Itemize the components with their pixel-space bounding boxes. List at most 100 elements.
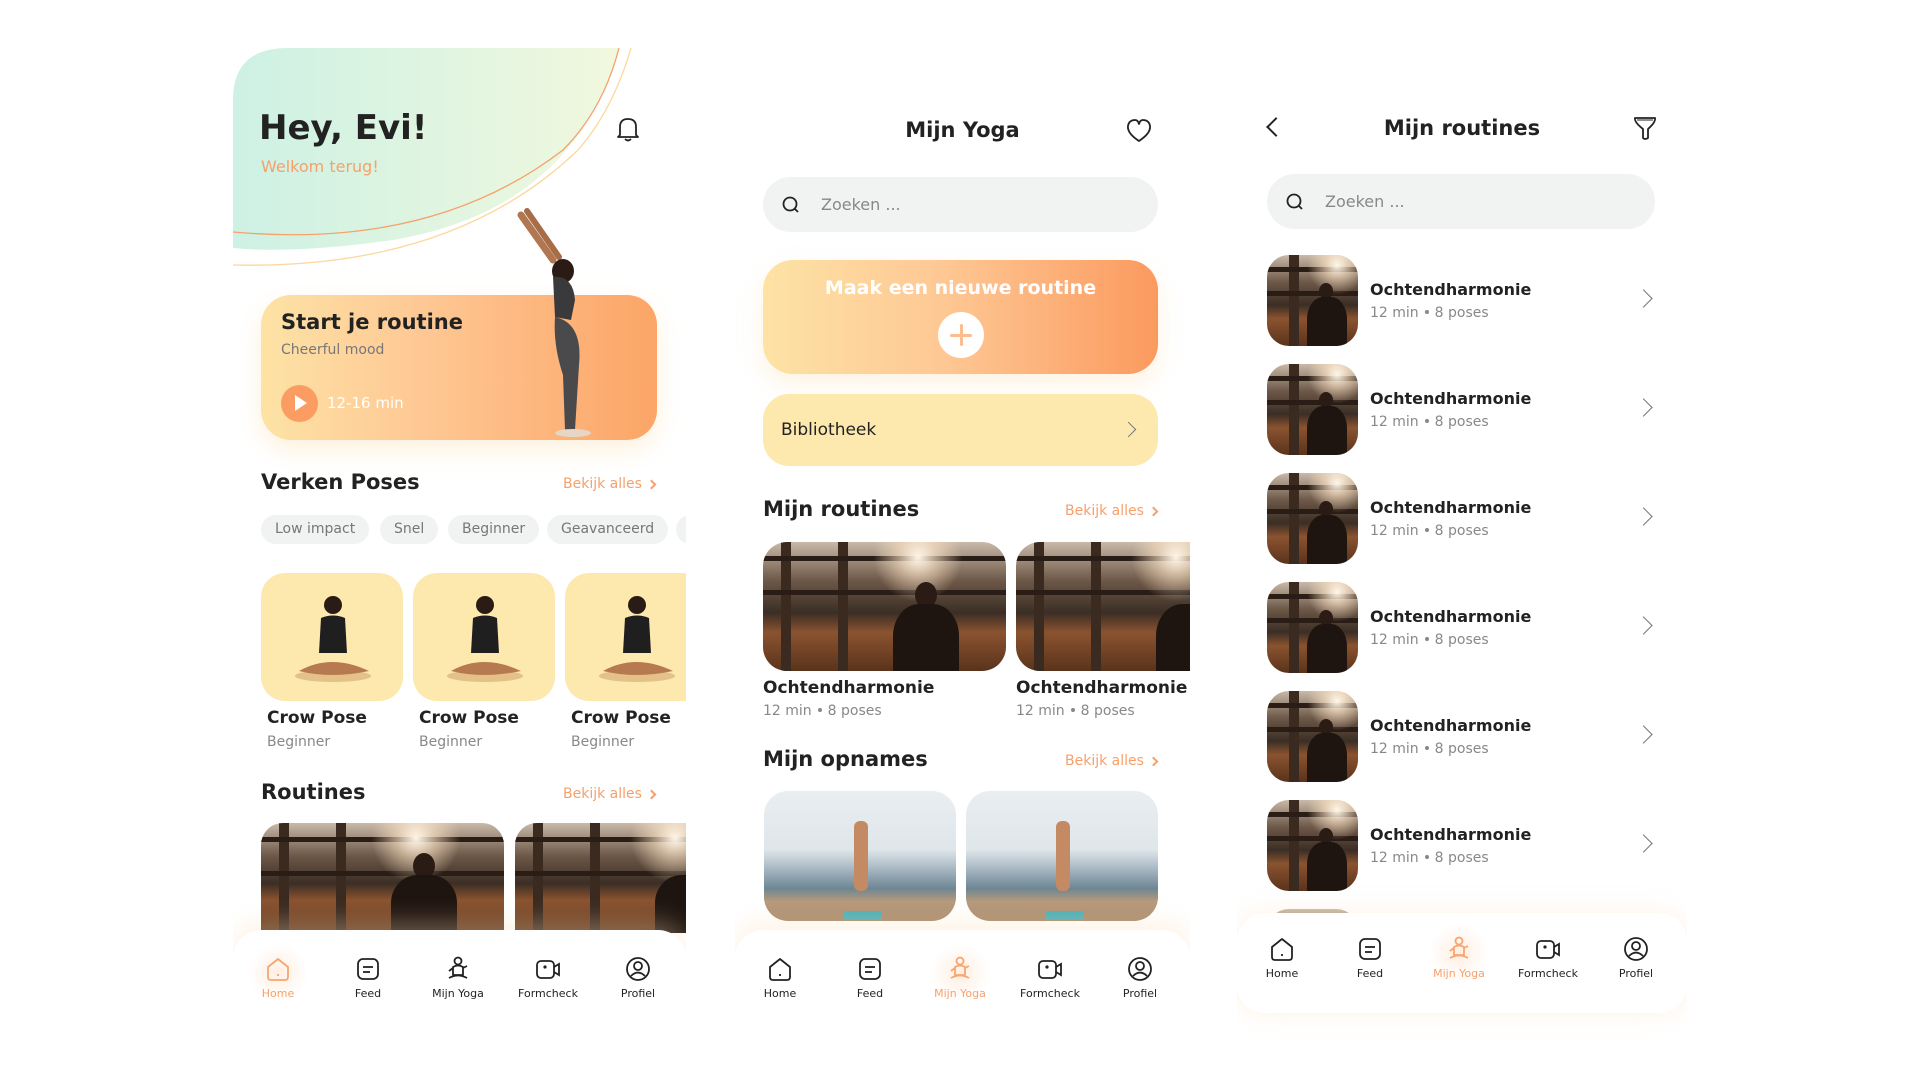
hero-duration: 12-16 min (327, 394, 404, 412)
home-icon (769, 958, 791, 981)
chip-snel[interactable]: Snel (380, 515, 439, 544)
library-button[interactable]: Bibliotheek (763, 394, 1158, 466)
routine-name: Ochtendharmonie (1016, 678, 1188, 698)
play-icon (295, 395, 307, 411)
routine-thumbnail (1267, 800, 1358, 891)
nav-profiel[interactable]: Profiel (1601, 935, 1671, 980)
feed-icon (859, 958, 881, 980)
nav-profiel[interactable]: Profiel (603, 955, 673, 1000)
chip-beginner[interactable]: Beginner (448, 515, 540, 544)
profile-icon (1624, 937, 1648, 961)
routine-thumbnail (1267, 473, 1358, 564)
nav-mijn-yoga[interactable]: Mijn Yoga (925, 943, 995, 1003)
routine-list-item[interactable]: Ochtendharmonie 12 min 8 poses (1267, 364, 1662, 456)
routine-meta: 12 min 8 poses (1370, 741, 1489, 757)
nav-label: Feed (354, 987, 382, 1000)
routine-meta: 12 min 8 poses (1370, 850, 1489, 866)
chevron-right-icon (1120, 421, 1137, 438)
heart-icon[interactable] (1125, 118, 1153, 148)
chevron-right-icon (1148, 756, 1159, 766)
seated-pose-image (447, 596, 523, 682)
new-routine-button[interactable]: Maak een nieuwe routine (763, 260, 1158, 374)
routines-see-all-link[interactable]: Bekijk alles (563, 786, 657, 802)
nav-mijn-yoga[interactable]: Mijn Yoga (1424, 923, 1494, 983)
pose-name: Crow Pose (571, 708, 671, 728)
recordings-section-title: Mijn opnames (763, 747, 928, 771)
nav-label: Profiel (620, 987, 656, 1000)
routine-name: Ochtendharmonie (1370, 607, 1532, 626)
nav-formcheck[interactable]: Formcheck (1015, 955, 1085, 1000)
nav-home[interactable]: Home (745, 955, 815, 1000)
pose-card[interactable] (565, 573, 686, 701)
chip-more[interactable] (676, 515, 686, 544)
routine-list-item[interactable]: Ochtendharmonie 12 min 8 poses (1267, 800, 1662, 892)
pose-level: Beginner (419, 734, 483, 750)
routine-list-item[interactable]: Ochtendharmonie 12 min 8 poses (1267, 691, 1662, 783)
routine-thumbnail (1267, 255, 1358, 346)
nav-label: Formcheck (518, 987, 578, 1000)
pose-card[interactable] (261, 573, 403, 701)
nav-home[interactable]: Home (243, 943, 313, 1003)
play-button[interactable] (281, 385, 318, 422)
see-all-label: Bekijk alles (563, 476, 642, 492)
seated-pose-image (599, 596, 675, 682)
chevron-right-icon (646, 479, 657, 489)
search-bar[interactable] (763, 177, 1158, 232)
routine-meta: 12 min 8 poses (1370, 523, 1489, 539)
pose-name: Crow Pose (419, 708, 519, 728)
video-camera-icon (1038, 960, 1062, 979)
feed-icon (357, 958, 379, 980)
bottom-nav: Home Feed Mijn Yoga Formcheck Profiel (1237, 913, 1687, 1013)
recordings-see-all-link[interactable]: Bekijk alles (1065, 753, 1159, 769)
poses-see-all-link[interactable]: Bekijk alles (563, 476, 657, 492)
chevron-right-icon (1634, 289, 1653, 308)
bell-icon[interactable] (615, 115, 641, 147)
chip-low-impact[interactable]: Low impact (261, 515, 370, 544)
pose-card[interactable] (413, 573, 555, 701)
library-label: Bibliotheek (781, 420, 877, 440)
recording-thumbnail[interactable] (764, 791, 956, 921)
routine-name: Ochtendharmonie (763, 678, 935, 698)
search-bar[interactable] (1267, 174, 1655, 229)
video-camera-icon (536, 960, 560, 979)
chip-geavanceerd[interactable]: Geavanceerd (547, 515, 669, 544)
routine-list-item[interactable]: Ochtendharmonie 12 min 8 poses (1267, 582, 1662, 674)
hero-mood: Cheerful mood (281, 342, 385, 358)
nav-profiel[interactable]: Profiel (1105, 955, 1175, 1000)
routine-thumbnail[interactable] (515, 823, 686, 933)
routine-name: Ochtendharmonie (1370, 280, 1532, 299)
nav-mijn-yoga[interactable]: Mijn Yoga (423, 955, 493, 1000)
page-title: Mijn routines (1383, 116, 1541, 140)
routine-meta: 12 min 8 poses (1370, 305, 1489, 321)
search-input[interactable] (821, 195, 1081, 214)
routine-thumbnail[interactable] (763, 542, 1006, 671)
nav-feed[interactable]: Feed (333, 955, 403, 1000)
pose-name: Crow Pose (267, 708, 367, 728)
nav-home[interactable]: Home (1247, 935, 1317, 980)
search-icon (1286, 193, 1303, 210)
nav-label: Home (763, 987, 797, 1000)
search-input[interactable] (1325, 192, 1585, 211)
filter-icon[interactable] (1632, 114, 1658, 146)
routines-see-all-link[interactable]: Bekijk alles (1065, 503, 1159, 519)
mijn-routines-screen: Mijn routines Ochtendharmonie 12 min8 pos… (1237, 0, 1687, 1080)
nav-formcheck[interactable]: Formcheck (513, 955, 583, 1000)
routine-thumbnail[interactable] (1016, 542, 1190, 671)
bottom-nav: Home Feed Mijn Yoga Formcheck Profiel (233, 930, 686, 1080)
see-all-label: Bekijk alles (1065, 753, 1144, 769)
pose-level: Beginner (571, 734, 635, 750)
routine-list-item[interactable]: Ochtendharmonie 12 min 8 poses (1267, 255, 1662, 347)
routine-thumbnail[interactable] (261, 823, 504, 933)
chevron-right-icon (1148, 506, 1159, 516)
nav-feed[interactable]: Feed (835, 955, 905, 1000)
see-all-label: Bekijk alles (563, 786, 642, 802)
bottom-nav: Home Feed Mijn Yoga Formcheck Profiel (735, 930, 1190, 1080)
chevron-right-icon (1634, 507, 1653, 526)
pose-level: Beginner (267, 734, 331, 750)
nav-label: Formcheck (1020, 987, 1080, 1000)
nav-feed[interactable]: Feed (1335, 935, 1405, 980)
nav-formcheck[interactable]: Formcheck (1513, 935, 1583, 980)
routine-list-item[interactable]: Ochtendharmonie 12 min 8 poses (1267, 473, 1662, 565)
recording-thumbnail[interactable] (966, 791, 1158, 921)
search-icon (782, 196, 799, 213)
